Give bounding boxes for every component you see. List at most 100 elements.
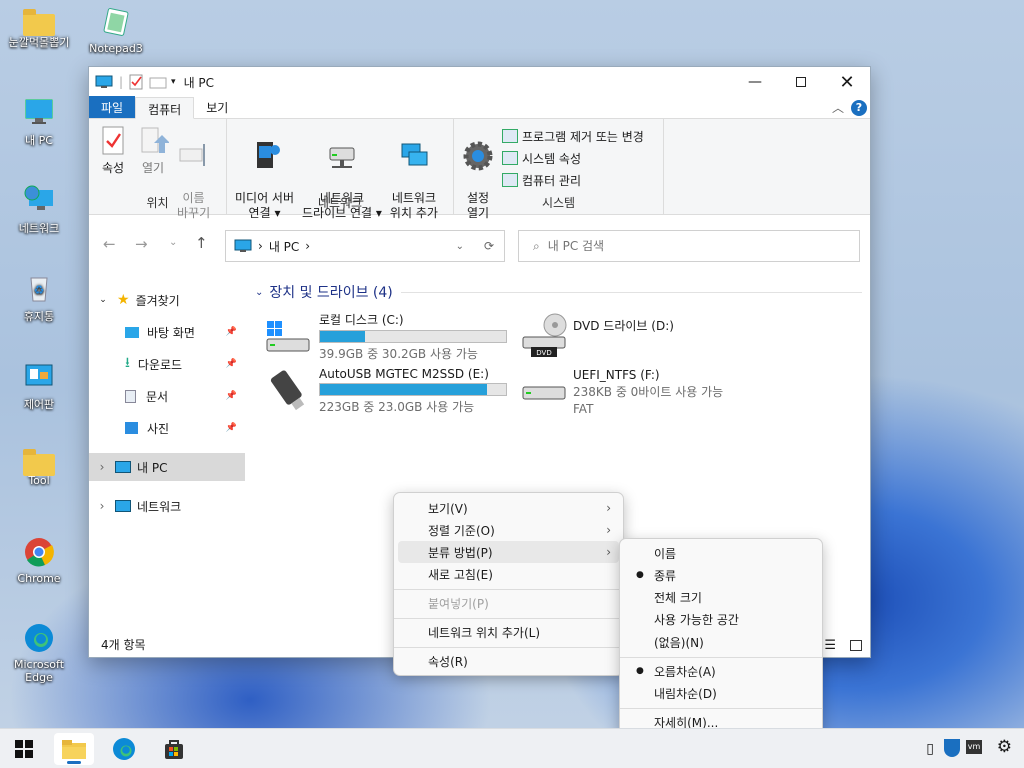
desktop-icon-label: Chrome — [17, 572, 61, 585]
system-properties-icon — [502, 151, 518, 165]
drive-info: 238KB 중 0바이트 사용 가능 — [573, 385, 724, 399]
help-icon[interactable]: ? — [851, 100, 867, 116]
network-icon — [23, 184, 55, 216]
pin-icon[interactable]: 📌 — [226, 327, 237, 337]
gear-icon[interactable]: ⚙ — [997, 737, 1012, 757]
desktop-icon-network[interactable]: 네트워크 — [0, 184, 78, 236]
large-icons-view-icon[interactable] — [850, 640, 862, 651]
submenu-item-ascending[interactable]: ● 오름차순(A) — [624, 660, 818, 682]
chevron-right-icon: › — [606, 545, 611, 559]
forward-icon[interactable]: → — [135, 235, 148, 253]
search-input[interactable] — [547, 239, 828, 253]
notepad-icon — [100, 6, 132, 38]
desktop-icon-edge[interactable]: Microsoft Edge — [0, 622, 78, 684]
recent-dropdown-icon[interactable]: ⌄ — [169, 237, 177, 248]
collapse-ribbon-icon[interactable]: ︿ — [832, 99, 844, 116]
section-title: 장치 및 드라이브 (4) — [269, 285, 393, 301]
tab-view[interactable]: 보기 — [194, 96, 240, 118]
refresh-icon[interactable]: ⟳ — [484, 239, 494, 253]
menu-item-group-by[interactable]: 분류 방법(P) › — [398, 541, 619, 563]
system-properties-button[interactable]: 시스템 속성 — [502, 147, 644, 169]
desktop-icon-recycle-bin[interactable]: ♻ 휴지통 — [0, 272, 78, 324]
desktop-icon-label: Notepad3 — [89, 42, 143, 55]
chevron-right-icon: › — [606, 501, 611, 515]
group-label-network: 네트워크 — [317, 196, 363, 210]
uninstall-program-button[interactable]: 프로그램 제거 또는 변경 — [502, 125, 644, 147]
nav-item-documents[interactable]: 문서 📌 — [89, 383, 245, 409]
menu-item-refresh[interactable]: 새로 고침(E) — [398, 563, 619, 585]
properties-quick-icon[interactable] — [129, 74, 143, 90]
back-icon[interactable]: ← — [103, 235, 116, 253]
maximize-button[interactable] — [778, 67, 824, 97]
ribbon-group-location: 속성 열기 이름 바꾸기 위치 — [89, 119, 227, 220]
address-bar[interactable]: › 내 PC › ⌄ ⟳ — [225, 230, 505, 262]
pin-icon[interactable]: 📌 — [226, 359, 237, 369]
menu-item-sort-by[interactable]: 정렬 기준(O) › — [398, 519, 619, 541]
navigation-pane: ⌄ ★ 즐겨찾기 바탕 화면 📌 ⭳ 다운로드 📌 문서 📌 사진 📌 › 내 PC › 네트워크 — [89, 279, 245, 635]
tab-file[interactable]: 파일 — [89, 96, 136, 118]
radio-bullet-icon: ● — [636, 666, 644, 676]
defender-tray-icon[interactable] — [944, 739, 960, 757]
drive-f[interactable]: UEFI_NTFS (F:) 238KB 중 0바이트 사용 가능 FAT — [521, 365, 771, 416]
minimize-button[interactable]: — — [732, 67, 778, 97]
submenu-item-descending[interactable]: 내림차순(D) — [624, 682, 818, 704]
address-dropdown-icon[interactable]: ⌄ — [456, 241, 464, 252]
context-menu: 보기(V) › 정렬 기준(O) › 분류 방법(P) › 새로 고침(E) 붙여넣기… — [393, 492, 624, 676]
taskbar-edge[interactable] — [104, 733, 144, 765]
submenu-item-name[interactable]: 이름 — [624, 542, 818, 564]
media-server-icon — [249, 140, 281, 172]
nav-item-downloads[interactable]: ⭳ 다운로드 📌 — [89, 351, 245, 377]
pictures-icon — [125, 422, 138, 434]
desktop-icon-control-panel[interactable]: 제어판 — [0, 360, 78, 412]
drive-info: 39.9GB 중 30.2GB 사용 가능 — [319, 347, 478, 361]
desktop-icon-label: 내 PC — [25, 134, 53, 147]
nav-item-favorites[interactable]: ⌄ ★ 즐겨찾기 — [89, 287, 245, 313]
drive-d[interactable]: DVD DVD 드라이브 (D:) — [521, 309, 761, 359]
pin-icon[interactable]: 📌 — [226, 391, 237, 401]
drive-c[interactable]: 로컬 디스크 (C:) 39.9GB 중 30.2GB 사용 가능 — [265, 309, 507, 361]
submenu-item-none[interactable]: (없음)(N) — [624, 631, 818, 653]
address-row: ← → ⌄ ↑ › 내 PC › ⌄ ⟳ ⌕ — [89, 215, 870, 279]
menu-item-view[interactable]: 보기(V) › — [398, 497, 619, 519]
desktop-icon-this-pc[interactable]: 내 PC — [0, 96, 78, 148]
nav-item-desktop[interactable]: 바탕 화면 📌 — [89, 319, 245, 345]
usb-tray-icon[interactable]: ▯ — [926, 741, 934, 757]
section-header[interactable]: ⌄ 장치 및 드라이브 (4) — [255, 283, 862, 301]
submenu-item-free-space[interactable]: 사용 가능한 공간 — [624, 608, 818, 630]
menu-item-add-network-location[interactable]: 네트워크 위치 추가(L) — [398, 621, 619, 643]
submenu-item-type[interactable]: ● 종류 — [624, 564, 818, 586]
desktop-icon-chrome[interactable]: Chrome — [0, 536, 78, 585]
submenu-item-total-size[interactable]: 전체 크기 — [624, 586, 818, 608]
new-folder-quick-icon[interactable] — [149, 75, 167, 89]
start-button[interactable] — [4, 733, 44, 765]
search-icon: ⌕ — [533, 238, 540, 253]
hard-drive-icon — [522, 386, 566, 400]
drive-name: UEFI_NTFS (F:) — [573, 368, 660, 382]
nav-item-this-pc[interactable]: › 내 PC — [89, 453, 245, 481]
taskbar-store[interactable] — [154, 733, 194, 765]
search-box[interactable]: ⌕ — [518, 230, 860, 262]
desktop-icon-folder[interactable]: 눈깔먹몰뽑기 — [0, 8, 78, 50]
vm-tray-icon[interactable]: vm — [966, 740, 982, 754]
nav-item-network[interactable]: › 네트워크 — [89, 493, 245, 519]
status-bar-text: 4개 항목 — [101, 638, 146, 652]
desktop-icon-tool[interactable]: Tool — [0, 448, 78, 487]
dvd-drive-icon: DVD — [522, 313, 567, 357]
close-button[interactable]: ✕ — [824, 67, 870, 97]
download-icon: ⭳ — [125, 355, 130, 371]
taskbar-file-explorer[interactable] — [54, 733, 94, 765]
up-icon[interactable]: ↑ — [195, 234, 208, 252]
computer-management-button[interactable]: 컴퓨터 관리 — [502, 169, 644, 191]
desktop-icon-notepad3[interactable]: Notepad3 — [77, 6, 155, 55]
ribbon: 속성 열기 이름 바꾸기 위치 미디어 서버 연결 ▾ 네트워크 드라이브 연결… — [89, 119, 870, 220]
star-icon: ★ — [117, 292, 130, 308]
drive-e[interactable]: AutoUSB MGTEC M2SSD (E:) 223GB 중 23.0GB … — [265, 365, 515, 415]
pin-icon[interactable]: 📌 — [226, 423, 237, 433]
menu-item-properties[interactable]: 속성(R) — [398, 650, 619, 672]
breadcrumb-this-pc[interactable]: 내 PC — [269, 238, 299, 255]
details-view-icon[interactable]: ☰ — [824, 638, 836, 653]
chevron-right-icon: › — [99, 499, 105, 513]
tab-computer[interactable]: 컴퓨터 — [135, 97, 195, 119]
quick-access-dropdown-icon[interactable]: ▾ — [171, 77, 176, 87]
nav-item-pictures[interactable]: 사진 📌 — [89, 415, 245, 441]
